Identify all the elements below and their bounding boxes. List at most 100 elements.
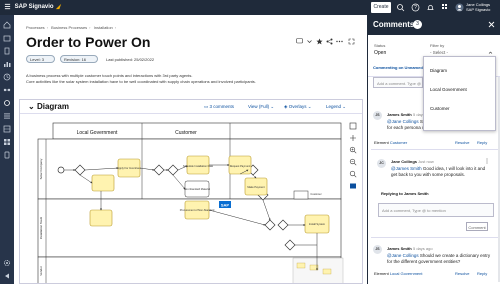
bpmn-canvas[interactable]: Local Government Customer Solar Company … bbox=[20, 115, 363, 284]
view-dropdown[interactable]: View (Full) ⌄ bbox=[248, 104, 274, 110]
folder-icon[interactable] bbox=[3, 34, 11, 42]
collapse-icon[interactable] bbox=[3, 272, 11, 280]
mention-link[interactable]: @James Smith bbox=[391, 166, 422, 171]
pool-label: Installation Team bbox=[39, 216, 43, 239]
home-icon[interactable] bbox=[3, 21, 11, 29]
lane-label: Customer bbox=[175, 130, 197, 136]
chevron-up-icon[interactable] bbox=[488, 50, 493, 55]
comment-author: James Smith bbox=[387, 112, 412, 117]
revision-badge[interactable]: Revision: 16 bbox=[60, 55, 98, 63]
notifications-icon[interactable] bbox=[426, 3, 435, 12]
diagram-title: ⌄ Diagram bbox=[28, 102, 69, 111]
reply-input[interactable]: Add a comment, Type @ to mention bbox=[378, 203, 494, 217]
chevron-down-icon[interactable]: ⌄ bbox=[28, 102, 37, 111]
grid-icon[interactable] bbox=[3, 138, 11, 146]
zoom-in-icon[interactable] bbox=[349, 146, 357, 154]
expand-icon[interactable] bbox=[348, 38, 355, 45]
breadcrumb-item[interactable]: Installation bbox=[94, 25, 113, 30]
task-make-payment: Make Payment bbox=[244, 177, 268, 196]
element-link[interactable]: Customer bbox=[390, 140, 407, 145]
task-apply-incentives: Apply For Incentives bbox=[117, 158, 141, 178]
filter-select[interactable]: - Select - bbox=[430, 50, 448, 55]
description-line: A business process with multiple custome… bbox=[26, 73, 193, 78]
zoom-out-icon[interactable] bbox=[349, 158, 357, 166]
table-icon[interactable] bbox=[3, 125, 11, 133]
overlays-dropdown[interactable]: ◈ Overlays ⌄ bbox=[284, 104, 312, 110]
divider bbox=[371, 237, 498, 238]
breadcrumb-item[interactable]: Processes bbox=[26, 25, 45, 30]
image-icon[interactable] bbox=[349, 182, 357, 190]
reply-button[interactable]: Reply bbox=[477, 140, 487, 145]
share-icon[interactable] bbox=[326, 38, 333, 45]
hub-icon[interactable] bbox=[3, 99, 11, 107]
resolve-button[interactable]: Resolve bbox=[455, 271, 469, 276]
chevron-down-icon: ⌄ bbox=[306, 104, 312, 109]
menu-icon[interactable] bbox=[4, 3, 11, 10]
clock-icon[interactable] bbox=[3, 73, 11, 81]
device-icon[interactable] bbox=[3, 151, 11, 159]
document-icon[interactable] bbox=[3, 47, 11, 55]
comment-icon[interactable] bbox=[296, 38, 303, 45]
diagram-panel: ⌄ Diagram ▭ 3 comments View (Full) ⌄ ◈ O… bbox=[19, 99, 363, 284]
app-brand[interactable]: SAP Signavio bbox=[4, 3, 64, 10]
level-badge[interactable]: Level: 3 bbox=[26, 55, 55, 63]
user-info[interactable]: Jane Collings SAP Signavio bbox=[466, 2, 490, 12]
new-comment-input[interactable]: Add a comment. Type @ bbox=[373, 77, 423, 88]
filter-option[interactable]: Customer bbox=[430, 106, 450, 111]
list-icon[interactable] bbox=[3, 112, 11, 120]
chart-icon[interactable] bbox=[3, 60, 11, 68]
create-button[interactable]: Create bbox=[371, 2, 391, 13]
resolve-button[interactable]: Resolve bbox=[455, 140, 469, 145]
task-request-payment: Request Payment bbox=[228, 155, 252, 175]
chevron-down-icon: ⌄ bbox=[341, 104, 347, 109]
pool-label: Solar Company bbox=[39, 158, 43, 179]
breadcrumb: Processes › Business Processes › Installat… bbox=[26, 25, 118, 30]
comments-toggle[interactable]: ▭ 3 comments bbox=[204, 104, 234, 110]
pan-icon[interactable] bbox=[349, 134, 357, 142]
more-icon[interactable] bbox=[485, 158, 489, 164]
task-install-system: Install System bbox=[304, 214, 330, 234]
thread-context: Commenting on Unnamed bbox=[373, 65, 423, 70]
task-customer-first bbox=[91, 174, 115, 192]
left-navigation bbox=[0, 15, 14, 284]
filter-option[interactable]: Local Government bbox=[430, 87, 467, 92]
mention-link[interactable]: @Jane Collings bbox=[387, 253, 419, 258]
apps-grid-icon[interactable] bbox=[441, 3, 450, 12]
task-non-standard-material: Non-Standard Material bbox=[184, 180, 211, 198]
comment-time: 5 days ago bbox=[413, 246, 433, 251]
breadcrumb-separator-icon: › bbox=[46, 25, 49, 30]
svg-text:Request Payment: Request Payment bbox=[230, 164, 251, 168]
search-icon[interactable] bbox=[396, 3, 405, 12]
element-link[interactable]: Local Government bbox=[390, 271, 423, 276]
svg-text:Non-Standard Material: Non-Standard Material bbox=[184, 187, 211, 191]
comment-text: for the different government entities? bbox=[387, 259, 461, 264]
published-date: Last published: 25/02/2022 bbox=[106, 57, 155, 62]
comments-header: Comments 3 bbox=[368, 15, 500, 35]
mention-link[interactable]: @Jane Collings bbox=[387, 119, 419, 124]
breadcrumb-item[interactable]: Business Processes bbox=[51, 25, 87, 30]
settings-icon[interactable] bbox=[3, 259, 11, 267]
filter-label: Filter by bbox=[430, 43, 445, 48]
more-icon[interactable] bbox=[336, 38, 343, 45]
element-reference: Element Local Government bbox=[374, 271, 423, 276]
close-icon[interactable] bbox=[488, 21, 495, 28]
brand-name: SAP Signavio bbox=[14, 4, 54, 11]
comment-author: Jane Collings bbox=[391, 159, 418, 164]
process-icon[interactable] bbox=[3, 86, 11, 94]
help-icon[interactable]: ? bbox=[411, 3, 420, 12]
filter-option[interactable]: Diagram bbox=[430, 68, 447, 73]
comment-submit-button[interactable]: Comment bbox=[466, 222, 488, 231]
search-icon[interactable] bbox=[349, 170, 357, 178]
favorite-star-icon[interactable] bbox=[316, 38, 323, 45]
fit-screen-icon[interactable] bbox=[349, 122, 357, 130]
breadcrumb-separator-icon: › bbox=[89, 25, 91, 30]
user-avatar-icon[interactable] bbox=[455, 3, 464, 12]
status-label: Status bbox=[374, 43, 386, 48]
reply-button[interactable]: Reply bbox=[477, 271, 487, 276]
chevron-down-icon: ⌄ bbox=[269, 104, 275, 109]
reply-context: Replying to James Smith bbox=[381, 191, 429, 196]
pool-label: Vendor bbox=[39, 266, 43, 276]
legend-dropdown[interactable]: Legend ⌄ bbox=[326, 104, 346, 110]
status-select[interactable]: Open bbox=[374, 50, 386, 56]
chevron-down-icon[interactable] bbox=[306, 38, 313, 45]
